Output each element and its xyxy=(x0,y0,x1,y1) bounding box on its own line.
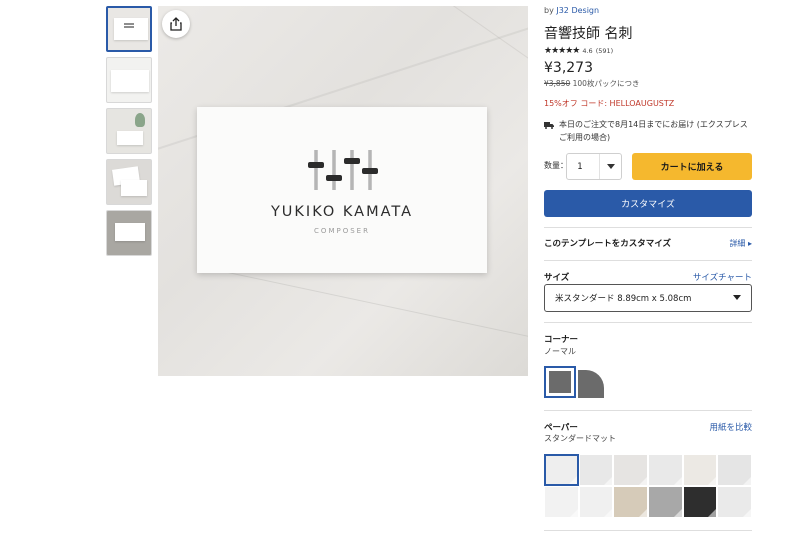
corner-heading: コーナー xyxy=(544,335,579,345)
paper-heading: ペーパー xyxy=(544,423,578,433)
paper-swatch[interactable] xyxy=(613,454,648,486)
review-count: (591) xyxy=(595,47,614,55)
mixer-fader-logo xyxy=(308,150,378,190)
promo-code: 15%オフ コード: HELLOAUGUSTZ xyxy=(544,99,675,108)
divider xyxy=(544,260,752,261)
paper-swatch[interactable] xyxy=(544,454,579,486)
paper-swatch[interactable] xyxy=(682,454,718,486)
designer-line: by J32 Design xyxy=(544,6,600,15)
size-select[interactable]: 米スタンダード 8.89cm x 5.08cm xyxy=(544,284,752,312)
paper-swatch[interactable] xyxy=(648,486,683,518)
share-button[interactable] xyxy=(162,10,190,38)
size-heading: サイズ xyxy=(544,273,570,283)
corner-selected: ノーマル xyxy=(544,347,576,356)
thumbnail-strip xyxy=(106,6,152,261)
truck-icon xyxy=(544,122,554,129)
paper-swatch[interactable] xyxy=(648,454,683,486)
paper-selected: スタンダードマット xyxy=(544,434,616,443)
quantity-select[interactable]: 1 xyxy=(566,153,622,180)
shipping-text: 本日のご注文で8月14日までにお届け (エクスプレスご利用の場合) xyxy=(559,120,748,142)
size-chart-link[interactable]: サイズチャート xyxy=(693,271,752,283)
chevron-down-icon xyxy=(599,154,621,179)
thumbnail-1[interactable] xyxy=(106,6,152,52)
paper-swatch[interactable] xyxy=(613,486,648,518)
thumbnail-4[interactable] xyxy=(106,159,152,205)
divider xyxy=(544,227,752,228)
original-price-line: ¥3,850 100枚パックにつき xyxy=(544,78,639,89)
paper-swatch-grid xyxy=(544,454,752,518)
corner-option-rounded[interactable] xyxy=(578,370,604,398)
paper-swatch[interactable] xyxy=(717,454,752,486)
pack-note: 100枚パックにつき xyxy=(572,79,640,88)
thumbnail-3[interactable] xyxy=(106,108,152,154)
size-selected: 米スタンダード 8.89cm x 5.08cm xyxy=(555,294,692,304)
rating[interactable]: ★★★★★ 4.6 (591) xyxy=(544,46,613,56)
paper-swatch[interactable] xyxy=(578,454,614,486)
thumbnail-2[interactable] xyxy=(106,57,152,103)
paper-swatch[interactable] xyxy=(682,486,718,518)
product-title: 音響技師 名刺 xyxy=(544,26,633,42)
paper-swatch[interactable] xyxy=(717,486,752,518)
corner-option-normal[interactable] xyxy=(544,366,576,398)
template-heading: このテンプレートをカスタマイズ xyxy=(544,239,671,249)
star-rating-icon: ★★★★★ xyxy=(544,46,580,56)
share-icon xyxy=(170,17,182,31)
sale-price: ¥3,273 xyxy=(544,60,593,76)
compare-paper-link[interactable]: 用紙を比較 xyxy=(709,421,752,433)
add-to-cart-button[interactable]: カートに加える xyxy=(632,153,752,180)
business-card-preview: YUKIKO KAMATA COMPOSER xyxy=(197,107,487,273)
card-title: COMPOSER xyxy=(314,227,370,235)
caret-down-icon xyxy=(733,295,741,300)
quantity-label: 数量： xyxy=(544,161,568,170)
paper-swatch[interactable] xyxy=(578,486,614,518)
shipping-info: 本日のご注文で8月14日までにお届け (エクスプレスご利用の場合) xyxy=(544,118,752,144)
rating-value: 4.6 xyxy=(582,47,593,55)
divider xyxy=(544,410,752,411)
customize-button[interactable]: カスタマイズ xyxy=(544,190,752,217)
paper-swatch[interactable] xyxy=(544,486,579,518)
divider xyxy=(544,530,752,531)
card-name: YUKIKO KAMATA xyxy=(270,204,414,220)
divider xyxy=(544,322,752,323)
quantity-value: 1 xyxy=(577,161,583,172)
thumbnail-5[interactable] xyxy=(106,210,152,256)
designer-link[interactable]: J32 Design xyxy=(556,6,599,15)
details-link[interactable]: 詳細 ▸ xyxy=(729,238,752,249)
original-price: ¥3,850 xyxy=(544,79,571,88)
